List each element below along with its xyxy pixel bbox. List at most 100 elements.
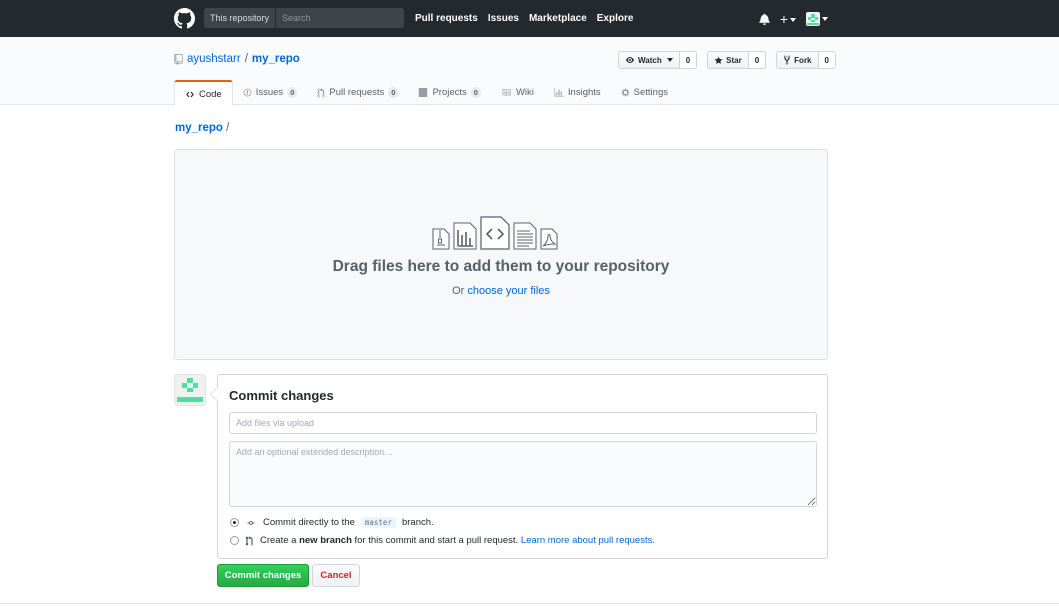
commit-direct-suffix: branch.: [401, 517, 434, 528]
tab-wiki[interactable]: Wiki: [491, 80, 544, 105]
gear-icon: [621, 88, 630, 97]
new-branch-middle: for this commit and start a pull request…: [354, 535, 519, 546]
tab-code-label: Code: [199, 88, 222, 100]
tab-projects-label: Projects: [432, 87, 467, 98]
chevron-down-icon: [790, 18, 796, 23]
tab-projects[interactable]: Projects 0: [408, 80, 491, 105]
watch-button[interactable]: Watch: [618, 51, 680, 69]
star-icon: [714, 56, 723, 64]
repo-icon: [174, 53, 183, 65]
commit-changes-button[interactable]: Commit changes: [217, 564, 309, 587]
tab-code[interactable]: Code: [174, 80, 233, 106]
header-nav-explore[interactable]: Explore: [597, 13, 634, 24]
github-logo-icon[interactable]: [174, 8, 195, 29]
tab-issues-count: 0: [287, 87, 298, 98]
issue-opened-icon: [243, 88, 252, 97]
git-pull-request-icon: [245, 535, 254, 545]
search-box: This repository: [204, 8, 404, 28]
identicon-icon: [177, 378, 203, 402]
choose-files-link[interactable]: choose your files: [467, 285, 550, 297]
fork-count[interactable]: 0: [818, 51, 836, 69]
repo-title: ayushstarr / my_repo: [174, 53, 300, 65]
new-branch-radio[interactable]: [230, 536, 239, 545]
header-nav-marketplace[interactable]: Marketplace: [529, 13, 587, 24]
commit-direct-option[interactable]: Commit directly to the master branch.: [230, 517, 434, 528]
fork-button[interactable]: Fork: [776, 51, 819, 69]
plus-icon: +: [779, 11, 788, 27]
tab-pull-requests-label: Pull requests: [329, 87, 385, 98]
tab-settings[interactable]: Settings: [611, 80, 678, 105]
file-text-icon: [513, 222, 537, 250]
header-nav-issues[interactable]: Issues: [488, 13, 519, 24]
search-input[interactable]: [276, 8, 404, 28]
commit-summary-input[interactable]: [229, 412, 817, 434]
chevron-down-icon: [822, 17, 828, 21]
commit-direct-prefix: Commit directly to the: [263, 517, 355, 528]
header-actions: +: [759, 9, 828, 29]
tab-insights-label: Insights: [567, 87, 601, 98]
star-button[interactable]: Star: [707, 51, 749, 69]
star-label: Star: [726, 55, 742, 65]
learn-more-pull-requests-link[interactable]: Learn more about pull requests.: [521, 535, 655, 546]
fork-label: Fork: [794, 55, 812, 65]
repo-actions: Watch 0 Star 0 Fork 0: [618, 51, 836, 69]
repo-name-link[interactable]: my_repo: [252, 53, 300, 65]
search-scope-label: This repository: [204, 8, 277, 28]
cancel-button[interactable]: Cancel: [312, 564, 360, 587]
commit-direct-radio[interactable]: [230, 518, 239, 527]
eye-icon: [626, 57, 634, 63]
file-code-icon: [480, 216, 510, 250]
commit-form: Commit changes Commit directly to the ma…: [210, 374, 828, 559]
user-menu[interactable]: [806, 12, 828, 26]
new-branch-option[interactable]: Create a new branch for this commit and …: [230, 535, 655, 546]
file-type-icons: [432, 216, 558, 250]
file-pdf-icon: [540, 228, 558, 250]
watch-count[interactable]: 0: [679, 51, 698, 69]
tab-insights[interactable]: Insights: [544, 80, 611, 105]
breadcrumb-repo-link[interactable]: my_repo: [175, 122, 223, 134]
user-avatar-icon: [806, 12, 820, 26]
git-pull-request-icon: [317, 87, 326, 97]
bell-icon[interactable]: [759, 13, 770, 25]
dropzone-title: Drag files here to add them to your repo…: [332, 258, 670, 275]
breadcrumb-separator: /: [226, 122, 230, 134]
repo-owner-link[interactable]: ayushstarr: [187, 53, 241, 65]
new-branch-prefix: Create a: [260, 535, 297, 546]
tab-settings-label: Settings: [633, 87, 668, 98]
project-icon: [419, 88, 428, 97]
tab-projects-count: 0: [470, 87, 481, 98]
repo-title-separator: /: [244, 53, 248, 65]
header-nav-pull-requests[interactable]: Pull requests: [415, 13, 478, 24]
file-chart-icon: [453, 222, 477, 250]
graph-icon: [554, 88, 564, 97]
watch-group: Watch 0: [618, 51, 698, 69]
new-dropdown[interactable]: +: [780, 12, 796, 26]
footer-divider: [0, 603, 1059, 604]
commit-form-title: Commit changes: [229, 388, 334, 403]
header-nav: Pull requests Issues Marketplace Explore: [415, 0, 633, 37]
dropzone-or-text: Or: [452, 285, 465, 297]
tab-pull-requests[interactable]: Pull requests 0: [307, 80, 408, 105]
fork-icon: [784, 55, 791, 65]
star-group: Star 0: [707, 51, 767, 69]
dropzone-subtitle: Or choose your files: [175, 285, 827, 297]
star-count[interactable]: 0: [748, 51, 767, 69]
book-icon: [502, 89, 511, 96]
repo-header: ayushstarr / my_repo Watch 0 Star 0 Fork: [0, 37, 1059, 106]
tab-wiki-label: Wiki: [515, 87, 534, 98]
watch-label: Watch: [638, 55, 662, 65]
repo-nav: Code Issues 0 Pull requests 0 Projects 0…: [174, 80, 678, 106]
tab-issues[interactable]: Issues 0: [233, 80, 308, 105]
breadcrumb: my_repo /: [175, 122, 229, 134]
global-header: This repository Pull requests Issues Mar…: [0, 0, 1059, 37]
commit-description-textarea[interactable]: [229, 441, 817, 507]
upload-dropzone[interactable]: Drag files here to add them to your repo…: [174, 149, 828, 360]
tab-pull-requests-count: 0: [388, 87, 399, 98]
new-branch-bold: new branch: [299, 535, 352, 546]
branch-name-badge: master: [360, 517, 396, 528]
git-commit-icon: [247, 520, 255, 525]
chevron-down-icon: [666, 58, 673, 62]
fork-group: Fork 0: [776, 51, 836, 69]
code-icon: [186, 91, 194, 97]
file-zip-icon: [432, 228, 450, 250]
